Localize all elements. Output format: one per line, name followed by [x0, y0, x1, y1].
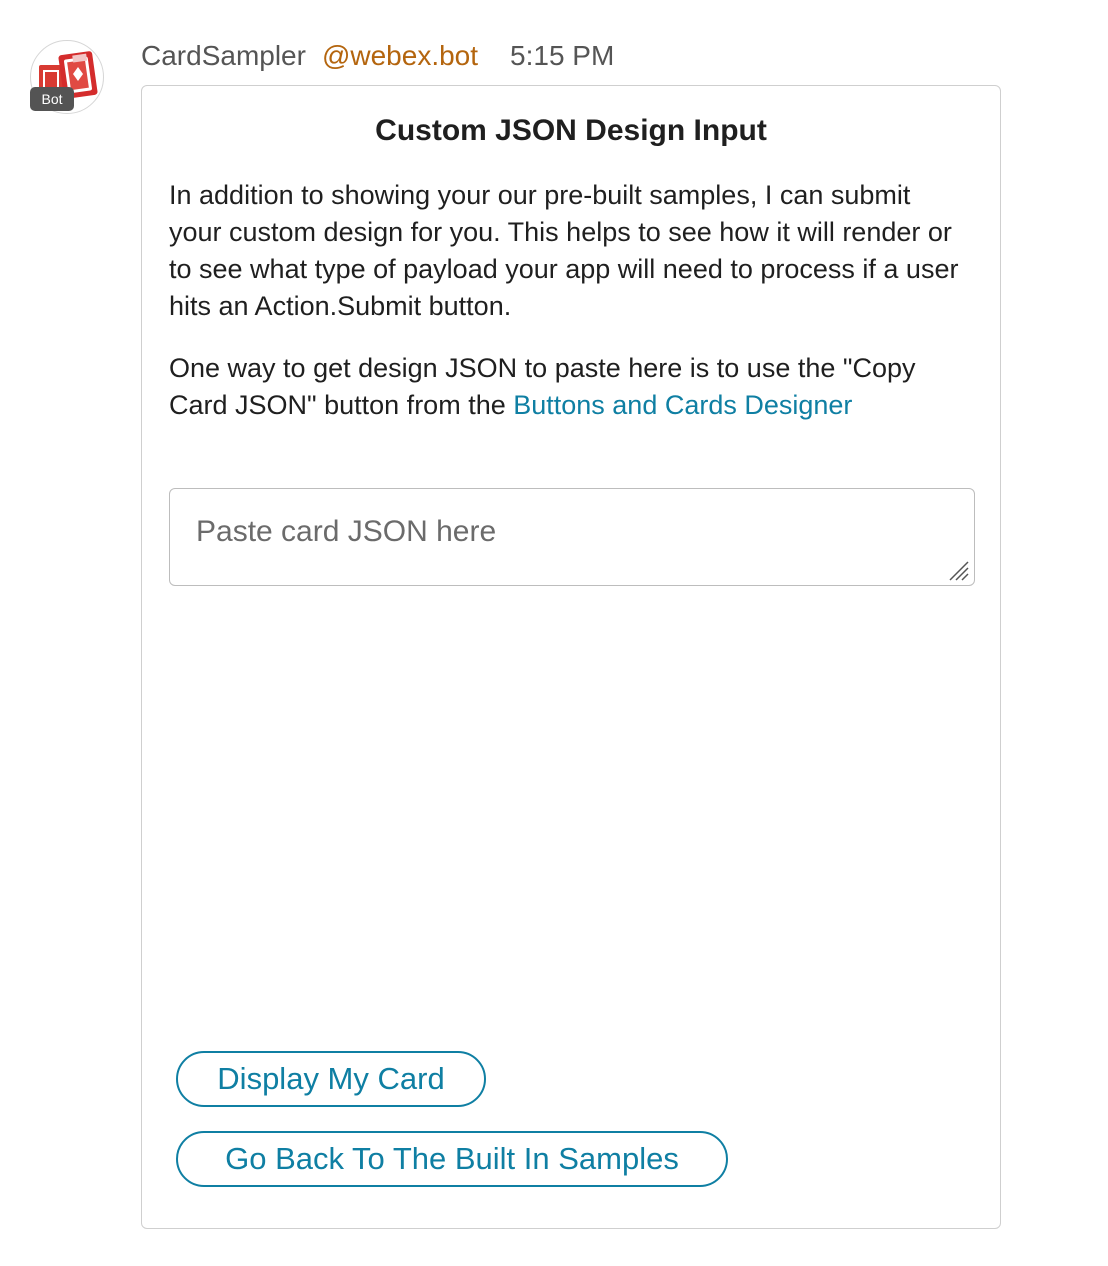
card-instructions: One way to get design JSON to paste here… [169, 350, 969, 424]
message-header: CardSampler @webex.bot 5:15 PM [141, 38, 614, 74]
display-my-card-button[interactable]: Display My Card [176, 1051, 486, 1107]
card-description: In addition to showing your our pre-buil… [169, 180, 959, 321]
designer-link[interactable]: Buttons and Cards Designer [513, 390, 852, 420]
message-timestamp: 5:15 PM [510, 40, 615, 71]
bot-badge: Bot [30, 87, 74, 111]
sender-name[interactable]: CardSampler [141, 40, 306, 72]
card-title: Custom JSON Design Input [375, 114, 767, 147]
sender-handle: @webex.bot [321, 40, 479, 71]
back-to-samples-button[interactable]: Go Back To The Built In Samples [176, 1131, 728, 1187]
card-json-input[interactable] [169, 488, 975, 586]
resize-handle-icon[interactable] [946, 558, 970, 582]
adaptive-card: Custom JSON Design Input In addition to … [141, 85, 1001, 1229]
